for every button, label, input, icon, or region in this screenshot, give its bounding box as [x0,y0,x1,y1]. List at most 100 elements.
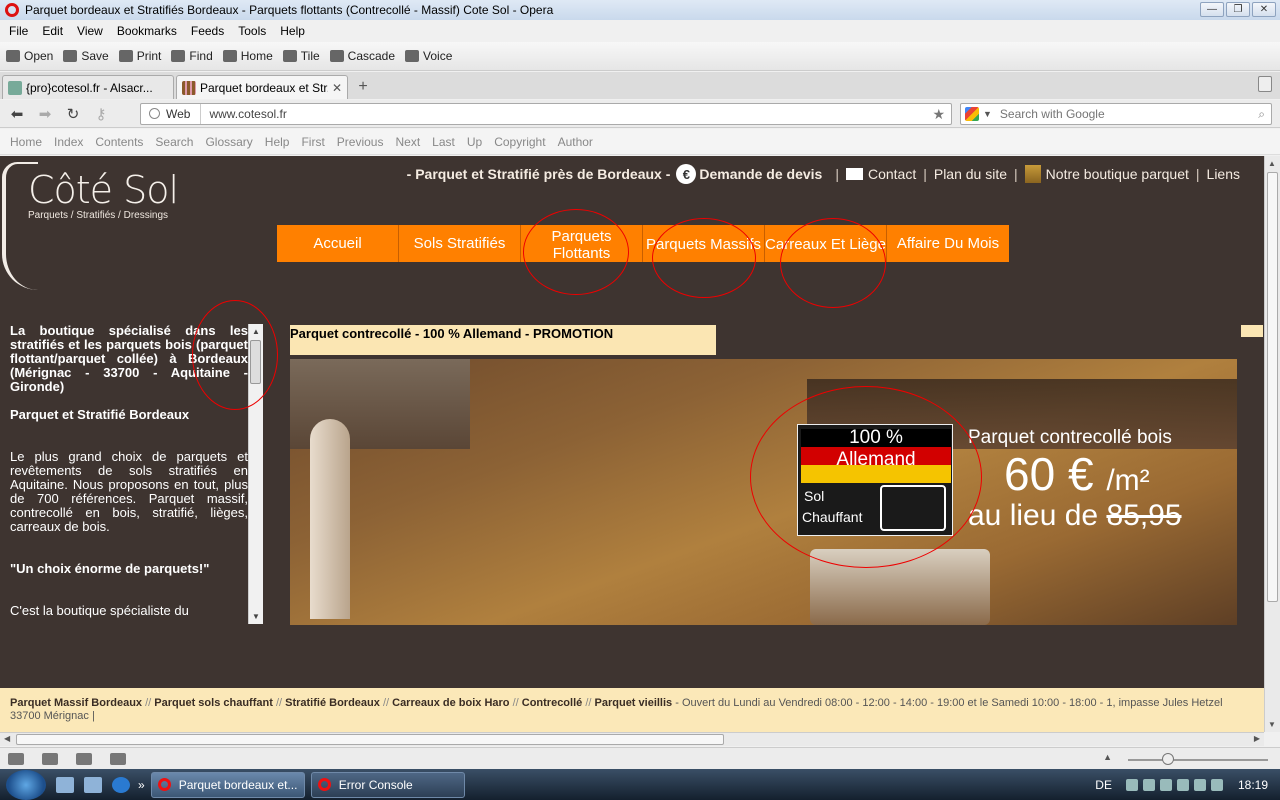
menu-view[interactable]: View [70,24,110,38]
nav-contents[interactable]: Contents [89,135,149,149]
nav-home[interactable]: Home [4,135,48,149]
taskbar-error-console[interactable]: Error Console [310,771,465,798]
voice-button[interactable]: Voice [405,49,452,63]
open-button[interactable]: Open [6,49,53,63]
tile-button[interactable]: Tile [282,49,320,63]
horizontal-scrollbar[interactable]: ◀ ▶ [0,732,1264,746]
promo-title[interactable]: Parquet contrecollé - 100 % Allemand - P… [290,326,613,341]
menu-feeds[interactable]: Feeds [184,24,231,38]
annotation-circle [192,300,278,410]
tray-chevron-icon[interactable] [1125,778,1138,791]
home-button[interactable]: Home [222,49,273,63]
quote-request-link[interactable]: Demande de devis [699,166,822,182]
tray-device-icon[interactable] [1210,778,1223,791]
nav-accueil[interactable]: Accueil [277,225,399,262]
new-tab-button[interactable]: + [354,78,372,96]
internet-explorer-icon[interactable] [112,776,130,793]
scroll-up-icon[interactable]: ▲ [1268,159,1276,168]
speed-dial-icon[interactable] [110,752,126,765]
globe-icon [149,108,160,119]
close-window-button[interactable]: ✕ [1252,2,1276,17]
tray-volume-icon[interactable] [1193,778,1206,791]
shop-link[interactable]: Notre boutique parquet [1046,166,1189,182]
print-button[interactable]: Print [118,49,161,63]
links-link[interactable]: Liens [1207,166,1240,182]
nav-search[interactable]: Search [149,135,199,149]
menu-help[interactable]: Help [273,24,312,38]
cloud-icon[interactable] [42,752,58,765]
task-label: Parquet bordeaux et... [178,777,298,792]
tray-opera-icon[interactable] [1142,778,1155,791]
site-logo[interactable]: Côté Sol Parquets / Stratifiés / Dressin… [0,156,200,296]
share-icon[interactable] [76,752,92,765]
nav-previous[interactable]: Previous [331,135,390,149]
zoom-slider-knob[interactable] [1162,753,1174,765]
nav-glossary[interactable]: Glossary [199,135,258,149]
address-url[interactable]: www.cotesol.fr [201,107,932,121]
horizontal-scroll-thumb[interactable] [16,734,724,745]
nav-author[interactable]: Author [552,135,599,149]
find-button[interactable]: Find [171,49,213,63]
nav-copyright[interactable]: Copyright [488,135,551,149]
tab-cotesol-pro[interactable]: {pro}cotesol.fr - Alsacr... [2,75,174,99]
nav-next[interactable]: Next [389,135,426,149]
scroll-down-icon[interactable]: ▼ [252,612,260,621]
footer-link[interactable]: Parquet vieillis [595,697,673,709]
language-indicator[interactable]: DE [1095,778,1112,792]
google-icon[interactable] [965,107,979,121]
back-icon[interactable]: ⬅ [6,105,28,123]
maximize-button[interactable]: ❐ [1226,2,1250,17]
nav-last[interactable]: Last [426,135,461,149]
reload-icon[interactable]: ↻ [62,105,84,123]
page-scroll-thumb[interactable] [1267,172,1278,602]
nav-sols-stratifies[interactable]: Sols Stratifiés [399,225,521,262]
search-icon[interactable]: ⌕ [1258,107,1265,122]
scroll-down-icon[interactable]: ▼ [1268,720,1276,729]
chevron-right-icon[interactable]: » [138,778,145,792]
trash-icon[interactable] [1258,76,1272,92]
scroll-right-icon[interactable]: ▶ [1254,733,1260,745]
panel-toggle-icon[interactable] [8,752,24,765]
search-input[interactable] [999,107,1259,121]
scroll-left-icon[interactable]: ◀ [4,733,10,745]
zoom-slider[interactable] [1128,759,1268,761]
clock[interactable]: 18:19 [1238,778,1268,792]
contact-link[interactable]: Contact [868,166,916,182]
nav-index[interactable]: Index [48,135,89,149]
page-scrollbar[interactable]: ▲ ▼ [1264,156,1280,732]
cascade-button[interactable]: Cascade [329,49,395,63]
footer-link[interactable]: Carreaux de boix Haro [392,697,509,709]
tray-network-icon[interactable] [1176,778,1189,791]
footer-link[interactable]: Contrecollé [522,697,583,709]
show-desktop-icon[interactable] [56,776,74,793]
wand-key-icon[interactable]: ⚷ [90,105,112,123]
chevron-down-icon[interactable]: ▼ [983,109,992,119]
menu-tools[interactable]: Tools [231,24,273,38]
address-mode[interactable]: Web [141,104,202,124]
taskbar-opera-window[interactable]: Parquet bordeaux et... [150,771,305,798]
zoom-up-icon[interactable]: ▲ [1103,752,1112,762]
close-tab-icon[interactable]: ✕ [332,81,342,95]
address-field[interactable]: Web www.cotesol.fr ★ [140,103,952,125]
search-field[interactable]: ▼ ⌕ [960,103,1272,125]
sitemap-link[interactable]: Plan du site [934,166,1007,182]
menu-edit[interactable]: Edit [35,24,70,38]
footer-link[interactable]: Parquet Massif Bordeaux [10,697,142,709]
sidebar-body: Le plus grand choix de parquets et revêt… [10,449,248,534]
minimize-button[interactable]: — [1200,2,1224,17]
menu-file[interactable]: File [2,24,35,38]
start-button[interactable] [6,769,46,800]
nav-affaire-du-mois[interactable]: Affaire Du Mois [887,225,1009,262]
save-button[interactable]: Save [63,49,109,63]
footer-link[interactable]: Parquet sols chauffant [154,697,273,709]
nav-first[interactable]: First [295,135,330,149]
footer-link[interactable]: Stratifié Bordeaux [285,697,380,709]
switch-windows-icon[interactable] [84,776,102,793]
bookmark-star-icon[interactable]: ★ [932,106,951,123]
nav-up[interactable]: Up [461,135,488,149]
forward-icon[interactable]: ➡ [34,105,56,123]
tray-app-icon[interactable] [1159,778,1172,791]
tab-parquet-bordeaux[interactable]: Parquet bordeaux et Str... ✕ [176,75,348,99]
menu-bookmarks[interactable]: Bookmarks [110,24,184,38]
nav-help[interactable]: Help [259,135,296,149]
